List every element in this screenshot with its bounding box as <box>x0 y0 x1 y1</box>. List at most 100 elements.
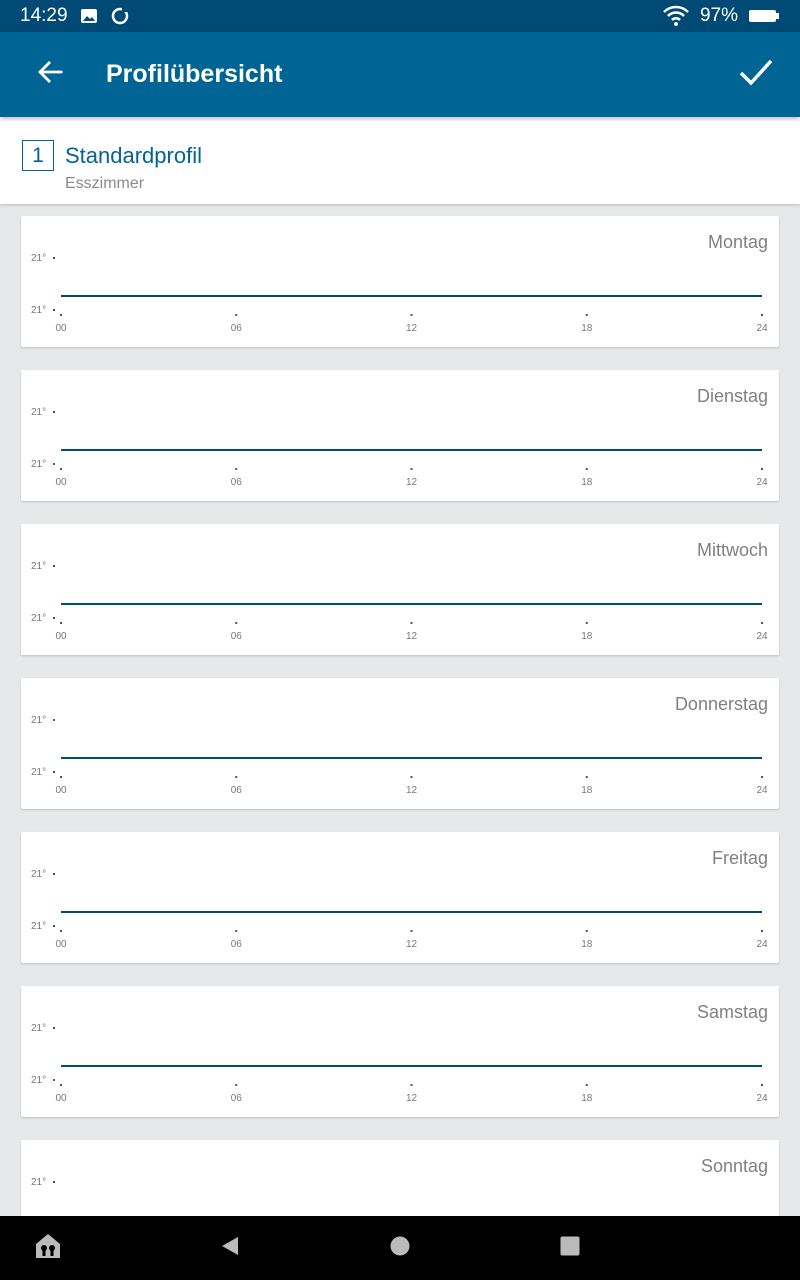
x-tick-label: 24 <box>756 785 768 796</box>
day-name: Donnerstag <box>674 694 768 714</box>
y-tick-mark-bottom <box>53 463 55 465</box>
recents-square-icon <box>559 1235 581 1262</box>
wifi-icon <box>662 5 690 27</box>
day-card[interactable]: 21° 21° 00 06 12 18 24 Freitag <box>21 832 779 963</box>
x-tick-label: 06 <box>231 631 243 642</box>
x-tick-mark <box>60 468 62 470</box>
y-tick-label-bottom: 21° <box>31 613 46 624</box>
x-tick-label: 00 <box>55 1093 67 1104</box>
x-tick-mark <box>585 314 588 316</box>
battery-icon <box>748 8 780 24</box>
nav-home-button[interactable] <box>370 1216 430 1280</box>
y-tick-label-bottom: 21° <box>31 921 46 932</box>
day-list[interactable]: 21° 21° 00 06 12 18 24 Montag 21° 21° 00 06 12 18 24 Di… <box>0 204 800 1216</box>
x-tick-mark <box>585 622 588 624</box>
y-tick-mark-top <box>53 257 55 259</box>
home-circle-icon <box>389 1235 411 1262</box>
profile-number-badge: 1 <box>22 140 54 171</box>
x-tick-label: 00 <box>55 939 67 950</box>
day-card[interactable]: 21°21°0006121824 Sonntag <box>21 1140 779 1216</box>
y-tick-label-top: 21° <box>31 869 46 880</box>
checkmark-icon <box>739 58 773 91</box>
confirm-button[interactable] <box>712 32 800 117</box>
status-time: 14:29 <box>20 5 68 26</box>
back-triangle-icon <box>219 1235 241 1262</box>
x-tick-mark <box>235 314 238 316</box>
x-tick-label: 06 <box>231 939 243 950</box>
back-button[interactable] <box>0 32 100 117</box>
x-tick-mark <box>235 622 238 624</box>
x-tick-label: 18 <box>581 939 593 950</box>
day-card[interactable]: 21° 21° 00 06 12 18 24 Samstag <box>21 986 779 1117</box>
nav-back-button[interactable] <box>200 1216 260 1280</box>
x-tick-label: 00 <box>55 323 67 334</box>
x-tick-mark <box>761 622 763 624</box>
x-tick-label: 18 <box>581 1093 593 1104</box>
x-tick-mark <box>235 468 238 470</box>
y-tick-label-top: 21° <box>31 1177 46 1188</box>
day-card[interactable]: 21° 21° 00 06 12 18 24 Montag <box>21 216 779 347</box>
nav-app-home-button[interactable] <box>18 1216 78 1280</box>
y-tick-label-top: 21° <box>31 561 46 572</box>
day-chart: 21° 21° 00 06 12 18 24 <box>31 407 768 488</box>
day-name: Samstag <box>696 1002 768 1022</box>
y-tick-label-bottom: 21° <box>31 305 46 316</box>
x-tick-mark <box>585 1084 588 1086</box>
y-tick-mark-top <box>53 719 55 721</box>
day-card[interactable]: 21° 21° 00 06 12 18 24 Donnerstag <box>21 678 779 809</box>
x-tick-label: 12 <box>406 323 418 334</box>
y-tick-mark-bottom <box>53 925 55 927</box>
x-tick-label: 00 <box>55 785 67 796</box>
x-tick-label: 24 <box>756 631 768 642</box>
app-bar: Profilübersicht <box>0 32 800 117</box>
home-app-icon <box>33 1232 63 1265</box>
x-tick-label: 24 <box>756 477 768 488</box>
y-tick-mark-bottom <box>53 771 55 773</box>
x-tick-mark <box>410 314 413 316</box>
x-tick-mark <box>761 930 763 932</box>
x-tick-label: 18 <box>581 477 593 488</box>
battery-percent: 97% <box>699 5 738 26</box>
x-tick-mark <box>60 622 62 624</box>
x-tick-label: 12 <box>406 631 418 642</box>
x-tick-mark <box>60 314 62 316</box>
y-tick-mark-top <box>53 873 55 875</box>
x-tick-mark <box>410 776 413 778</box>
x-tick-label: 24 <box>756 939 768 950</box>
x-tick-mark <box>410 468 413 470</box>
x-tick-mark <box>235 1084 238 1086</box>
day-name: Sonntag <box>700 1156 768 1176</box>
x-tick-label: 06 <box>231 785 243 796</box>
y-tick-label-top: 21° <box>31 715 46 726</box>
x-tick-mark <box>585 776 588 778</box>
x-tick-mark <box>60 1084 62 1086</box>
y-tick-label-bottom: 21° <box>31 459 46 470</box>
profile-room: Esszimmer <box>65 175 145 192</box>
x-tick-label: 06 <box>231 323 243 334</box>
x-tick-label: 12 <box>406 785 418 796</box>
x-tick-label: 18 <box>581 785 593 796</box>
y-tick-mark-top <box>53 411 55 413</box>
x-tick-mark <box>60 930 62 932</box>
day-card[interactable]: 21° 21° 00 06 12 18 24 Dienstag <box>21 370 779 501</box>
day-name: Mittwoch <box>696 540 768 560</box>
x-tick-label: 24 <box>756 1093 768 1104</box>
day-card[interactable]: 21° 21° 00 06 12 18 24 Mittwoch <box>21 524 779 655</box>
profile-header[interactable]: 1 Standardprofil Esszimmer <box>0 117 800 204</box>
day-chart: 21° 21° 00 06 12 18 24 <box>31 253 768 334</box>
y-tick-mark-bottom <box>53 1079 55 1081</box>
y-tick-mark-top <box>53 1181 55 1183</box>
x-tick-label: 06 <box>231 477 243 488</box>
x-tick-mark <box>410 930 413 932</box>
x-tick-label: 12 <box>406 939 418 950</box>
y-tick-label-bottom: 21° <box>31 1075 46 1086</box>
x-tick-mark <box>761 776 763 778</box>
x-tick-label: 12 <box>406 477 418 488</box>
x-tick-mark <box>761 314 763 316</box>
status-bar: 14:29 97% <box>0 0 800 32</box>
nav-recents-button[interactable] <box>540 1216 600 1280</box>
x-tick-mark <box>585 468 588 470</box>
x-tick-mark <box>235 776 238 778</box>
x-tick-mark <box>585 930 588 932</box>
y-tick-label-bottom: 21° <box>31 767 46 778</box>
